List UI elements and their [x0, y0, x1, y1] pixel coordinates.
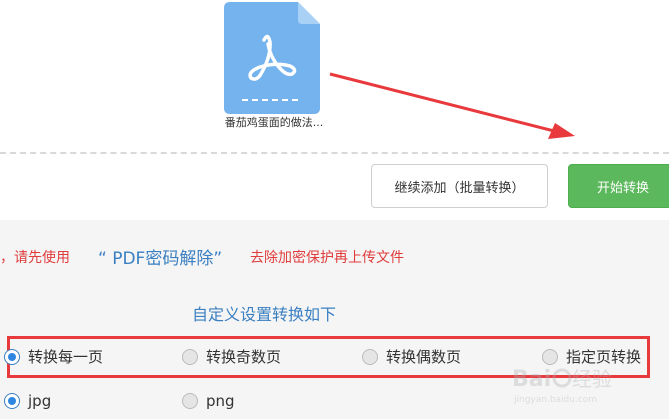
svg-text:jingyan.baidu.com: jingyan.baidu.com	[513, 395, 597, 405]
settings-title: 自定义设置转换如下	[192, 305, 337, 324]
pdf-file-icon	[224, 2, 320, 114]
option-label: 转换偶数页	[386, 348, 462, 366]
file-name: 番茄鸡蛋面的做法...	[224, 116, 324, 129]
pdf-password-removal-link[interactable]: “ PDF密码解除”	[98, 244, 222, 269]
option-specified-pages[interactable]: 指定页转换	[542, 346, 641, 367]
radio-unchecked-icon	[182, 393, 198, 409]
password-notice: ，请先使用 “ PDF密码解除” 去除加密保护再上传文件	[0, 244, 669, 269]
radio-checked-icon	[4, 348, 20, 365]
radio-unchecked-icon	[182, 348, 198, 365]
dashed-divider	[0, 152, 669, 154]
radio-unchecked-icon	[362, 348, 378, 365]
format-jpg[interactable]: jpg	[4, 392, 51, 410]
format-label: png	[206, 392, 235, 410]
add-more-button[interactable]: 继续添加（批量转换）	[371, 164, 548, 208]
format-label: jpg	[28, 392, 52, 410]
option-odd-pages[interactable]: 转换奇数页	[182, 346, 281, 367]
notice-prefix: ，请先使用	[0, 250, 70, 266]
option-label: 转换奇数页	[206, 348, 282, 366]
format-png[interactable]: png	[182, 392, 235, 410]
upload-area: 番茄鸡蛋面的做法... 继续添加（批量转换） 开始转换	[0, 0, 669, 220]
radio-checked-icon	[4, 393, 20, 409]
radio-unchecked-icon	[542, 348, 558, 365]
option-label: 指定页转换	[566, 348, 642, 366]
start-convert-button[interactable]: 开始转换	[568, 164, 669, 208]
option-every-page[interactable]: 转换每一页	[4, 346, 103, 367]
option-label: 转换每一页	[28, 348, 104, 366]
notice-suffix: 去除加密保护再上传文件	[250, 250, 404, 266]
file-card[interactable]: 番茄鸡蛋面的做法...	[218, 2, 330, 132]
option-even-pages[interactable]: 转换偶数页	[362, 346, 461, 367]
